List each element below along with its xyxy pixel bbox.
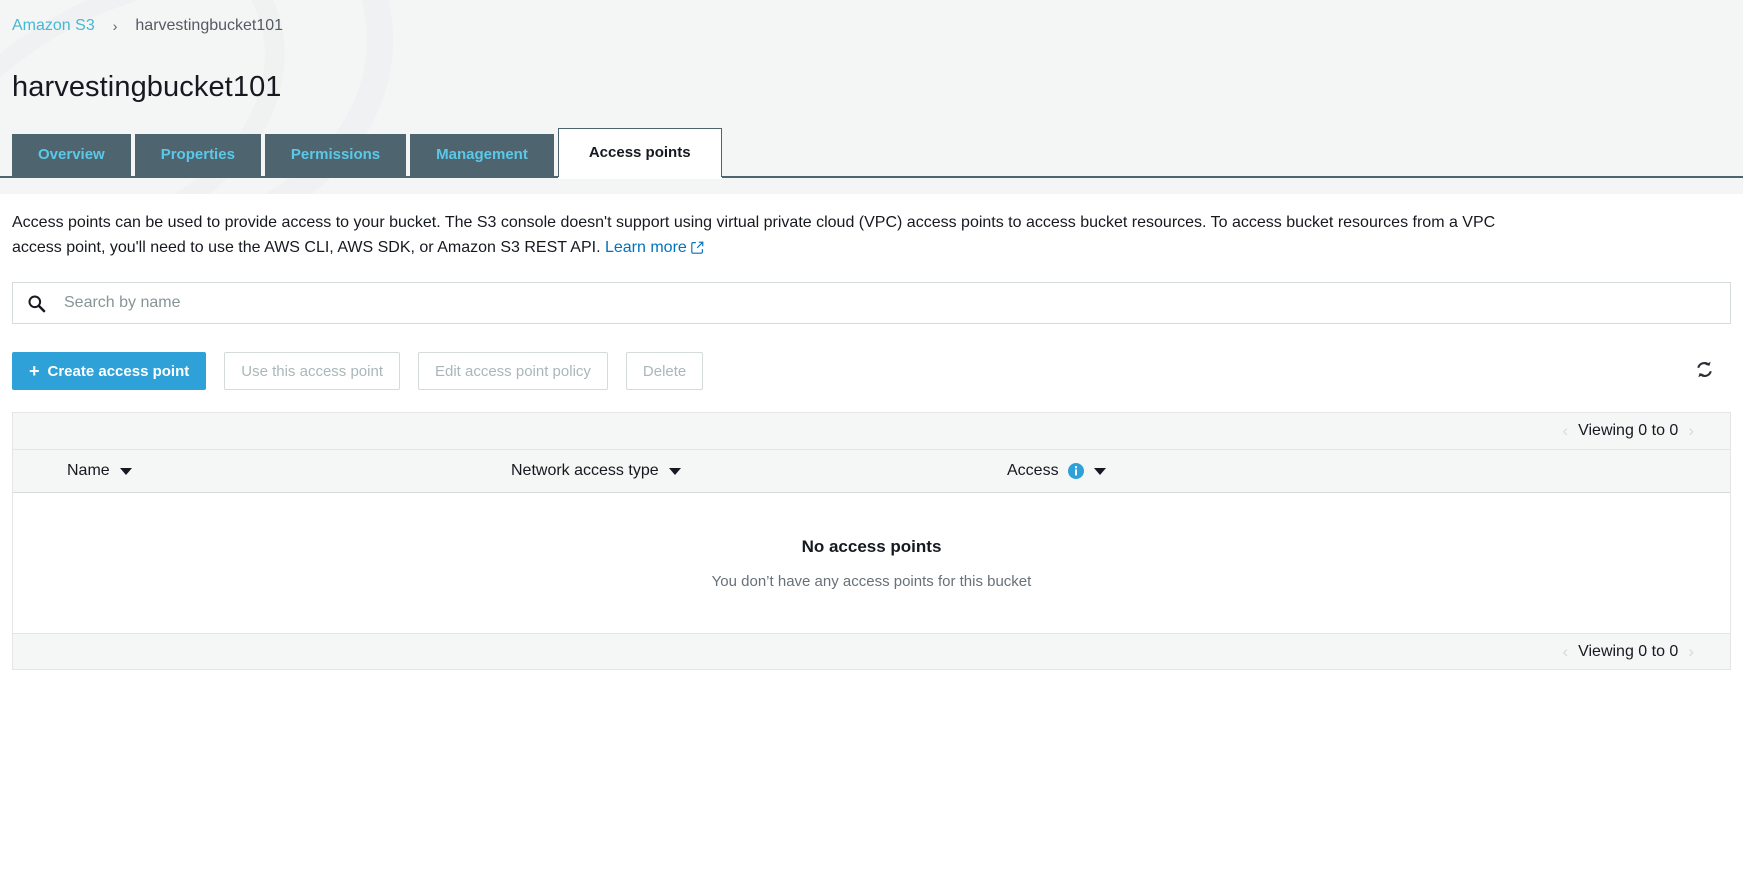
pager-prev-icon-bottom[interactable]: ‹ [1552, 642, 1578, 662]
breadcrumb-link-amazon-s3[interactable]: Amazon S3 [12, 16, 95, 36]
action-toolbar: + Create access point Use this access po… [12, 352, 1731, 390]
column-header-name[interactable]: Name [13, 462, 511, 480]
page-title: harvestingbucket101 [12, 71, 282, 103]
table-empty-state: No access points You don’t have any acce… [13, 493, 1730, 634]
pager-label-top: Viewing 0 to 0 [1578, 422, 1679, 439]
access-points-panel: Access points can be used to provide acc… [0, 194, 1743, 877]
breadcrumb-current: harvestingbucket101 [135, 17, 284, 34]
search-input[interactable] [62, 293, 1716, 313]
empty-state-subtitle: You don’t have any access points for thi… [711, 572, 1032, 590]
refresh-button[interactable] [1687, 354, 1721, 388]
pager-next-icon-top[interactable]: › [1678, 421, 1704, 441]
table-header-row: Name Network access type Access [13, 449, 1730, 493]
breadcrumb: Amazon S3 › harvestingbucket101 [0, 0, 1743, 40]
chevron-down-icon-name[interactable] [119, 467, 132, 475]
learn-more-label: Learn more [604, 239, 687, 256]
pager-label-bottom: Viewing 0 to 0 [1578, 642, 1679, 660]
column-header-access-label: Access [1007, 462, 1059, 479]
table-pager-top: ‹ Viewing 0 to 0 › [13, 413, 1730, 449]
refresh-icon [1695, 360, 1714, 382]
pager-prev-icon-top[interactable]: ‹ [1552, 421, 1578, 441]
plus-icon: + [29, 361, 40, 381]
panel-description: Access points can be used to provide acc… [12, 194, 1540, 262]
search-bar[interactable] [12, 282, 1731, 324]
column-header-network-access-type-label: Network access type [511, 462, 659, 479]
tab-overview[interactable]: Overview [12, 134, 131, 176]
tab-access-points[interactable]: Access points [557, 128, 722, 177]
chevron-down-icon-network-access-type[interactable] [668, 467, 681, 475]
column-header-network-access-type[interactable]: Network access type [511, 462, 1007, 480]
access-points-table: ‹ Viewing 0 to 0 › Name Network access t… [12, 412, 1731, 670]
column-header-access[interactable]: Access [1007, 462, 1730, 480]
use-access-point-button[interactable]: Use this access point [224, 352, 400, 390]
search-icon [27, 294, 46, 313]
external-link-icon [691, 237, 704, 262]
delete-button[interactable]: Delete [625, 352, 704, 390]
breadcrumb-separator-icon: › [112, 18, 118, 34]
tab-permissions[interactable]: Permissions [264, 134, 407, 176]
tab-management[interactable]: Management [410, 134, 554, 176]
tab-strip: Overview Properties Permissions Manageme… [0, 128, 1743, 178]
column-header-name-label: Name [67, 462, 110, 479]
chevron-down-icon-access[interactable] [1093, 467, 1106, 475]
learn-more-link[interactable]: Learn more [605, 239, 704, 256]
tab-properties[interactable]: Properties [134, 134, 261, 176]
table-pager-bottom: ‹ Viewing 0 to 0 › [13, 634, 1730, 670]
empty-state-title: No access points [801, 536, 942, 556]
info-icon[interactable] [1067, 463, 1084, 479]
panel-description-text: Access points can be used to provide acc… [12, 214, 1496, 256]
create-access-point-label: Create access point [47, 362, 190, 380]
pager-next-icon-bottom[interactable]: › [1678, 642, 1704, 662]
create-access-point-button[interactable]: + Create access point [12, 352, 207, 390]
edit-access-point-policy-button[interactable]: Edit access point policy [417, 352, 608, 390]
s3-bucket-page: Amazon S3 › harvestingbucket101 harvesti… [0, 0, 1743, 877]
